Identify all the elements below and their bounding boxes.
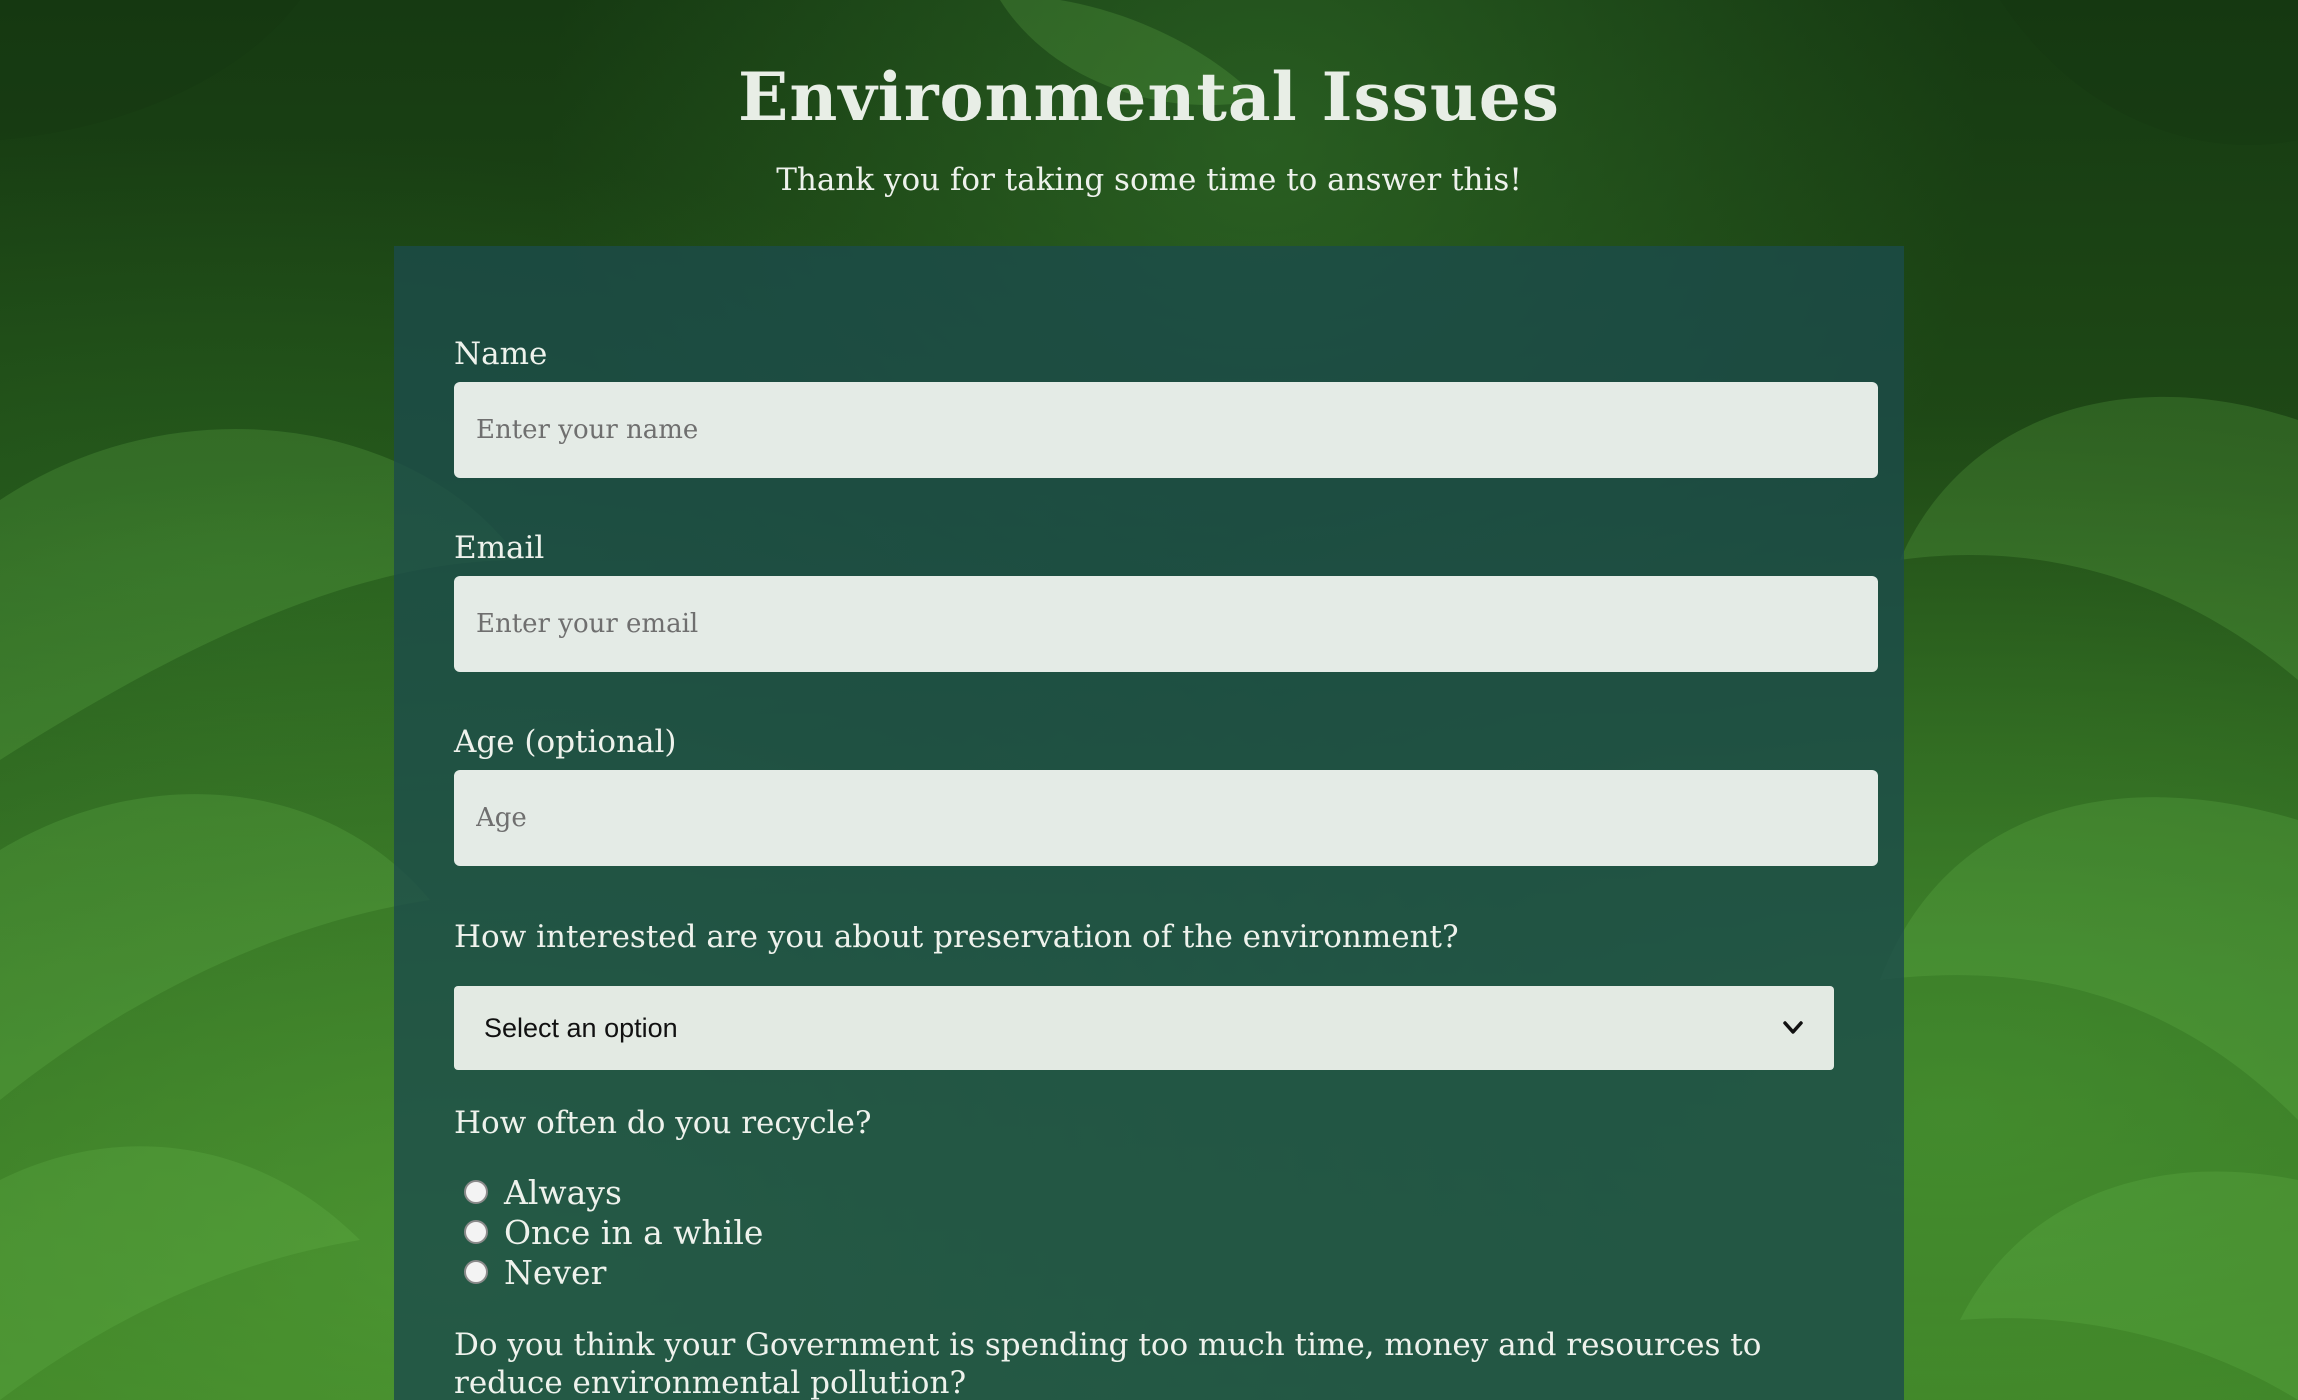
radio-label: Always <box>504 1172 622 1212</box>
recycle-option-once-in-a-while[interactable]: Once in a while <box>464 1212 1878 1252</box>
radio-button[interactable] <box>464 1260 488 1284</box>
email-label: Email <box>454 530 545 566</box>
name-input[interactable] <box>454 382 1878 478</box>
recycle-option-never[interactable]: Never <box>464 1252 1878 1292</box>
recycle-radio-group: Always Once in a while Never <box>454 1172 1878 1292</box>
recycle-option-always[interactable]: Always <box>464 1172 1878 1212</box>
email-input[interactable] <box>454 576 1878 672</box>
interest-question: How interested are you about preservatio… <box>454 919 1459 955</box>
name-label: Name <box>454 336 548 372</box>
government-question: Do you think your Government is spending… <box>454 1327 1762 1400</box>
page-title: Environmental Issues <box>738 58 1560 136</box>
age-input[interactable] <box>454 770 1878 866</box>
age-label: Age (optional) <box>454 724 677 760</box>
recycle-question: How often do you recycle? <box>454 1105 872 1141</box>
radio-label: Once in a while <box>504 1212 764 1252</box>
survey-form: Name Email Age (optional) How interested… <box>394 246 1904 1400</box>
page-subtitle: Thank you for taking some time to answer… <box>776 162 1522 198</box>
interest-select[interactable]: Select an option <box>454 986 1834 1070</box>
page-header: Environmental Issues Thank you for takin… <box>0 0 2298 198</box>
interest-select-value: Select an option <box>484 1012 678 1043</box>
radio-button[interactable] <box>464 1220 488 1244</box>
chevron-down-icon <box>1782 1017 1804 1039</box>
radio-label: Never <box>504 1252 607 1292</box>
radio-button[interactable] <box>464 1180 488 1204</box>
